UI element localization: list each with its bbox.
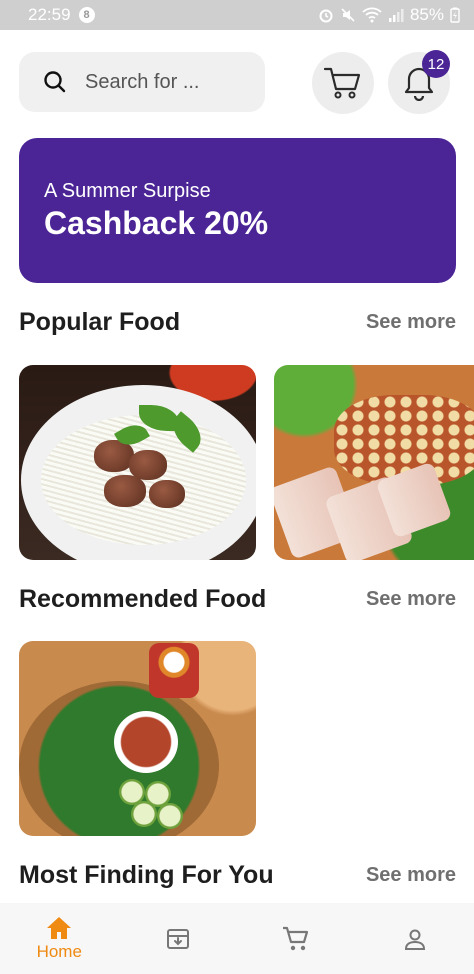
food-card[interactable] xyxy=(19,641,256,836)
section-title-recommended: Recommended Food xyxy=(19,585,267,613)
section-title-most-finding: Most Finding For You xyxy=(19,861,274,889)
status-notification-count: 8 xyxy=(78,7,95,23)
promo-banner[interactable]: A Summer Surpise Cashback 20% xyxy=(19,138,456,283)
most-finding-header: Most Finding For You See more xyxy=(19,861,456,890)
archive-icon xyxy=(166,928,189,949)
nav-orders[interactable] xyxy=(119,903,238,974)
see-more-recommended-link[interactable]: See more xyxy=(366,588,456,611)
recommended-food-header: Recommended Food See more xyxy=(19,585,456,614)
bottom-navigation: Home xyxy=(0,903,474,974)
notifications-button[interactable]: 12 xyxy=(388,50,450,114)
nav-cart[interactable] xyxy=(237,903,356,974)
nav-home-label: Home xyxy=(36,941,82,961)
cart-button[interactable] xyxy=(312,52,374,114)
banner-title: Cashback 20% xyxy=(44,205,269,241)
alarm-icon xyxy=(319,9,333,23)
food-card[interactable] xyxy=(274,365,474,560)
mute-icon xyxy=(341,8,355,22)
see-more-popular-link[interactable]: See more xyxy=(366,311,456,334)
home-icon xyxy=(47,916,72,939)
wifi-icon xyxy=(362,7,382,23)
search-input[interactable] xyxy=(85,70,245,94)
section-title-popular: Popular Food xyxy=(19,308,181,336)
profile-icon xyxy=(404,929,425,950)
notification-badge: 12 xyxy=(422,50,450,78)
signal-icon xyxy=(388,9,404,22)
nav-profile[interactable] xyxy=(356,903,474,974)
food-card[interactable] xyxy=(19,365,256,560)
battery-percent: 85% xyxy=(409,5,444,24)
battery-icon xyxy=(450,7,460,23)
search-bar[interactable] xyxy=(19,52,265,112)
status-time: 22:59 xyxy=(28,5,71,24)
search-icon xyxy=(44,71,66,93)
see-more-most-finding-link[interactable]: See more xyxy=(366,864,456,887)
cart-icon xyxy=(323,67,361,99)
banner-subtitle: A Summer Surpise xyxy=(44,180,211,202)
cart-icon xyxy=(283,926,309,950)
status-bar: 22:59 8 85% xyxy=(0,0,474,30)
popular-food-header: Popular Food See more xyxy=(19,308,456,337)
nav-home[interactable]: Home xyxy=(0,903,119,974)
